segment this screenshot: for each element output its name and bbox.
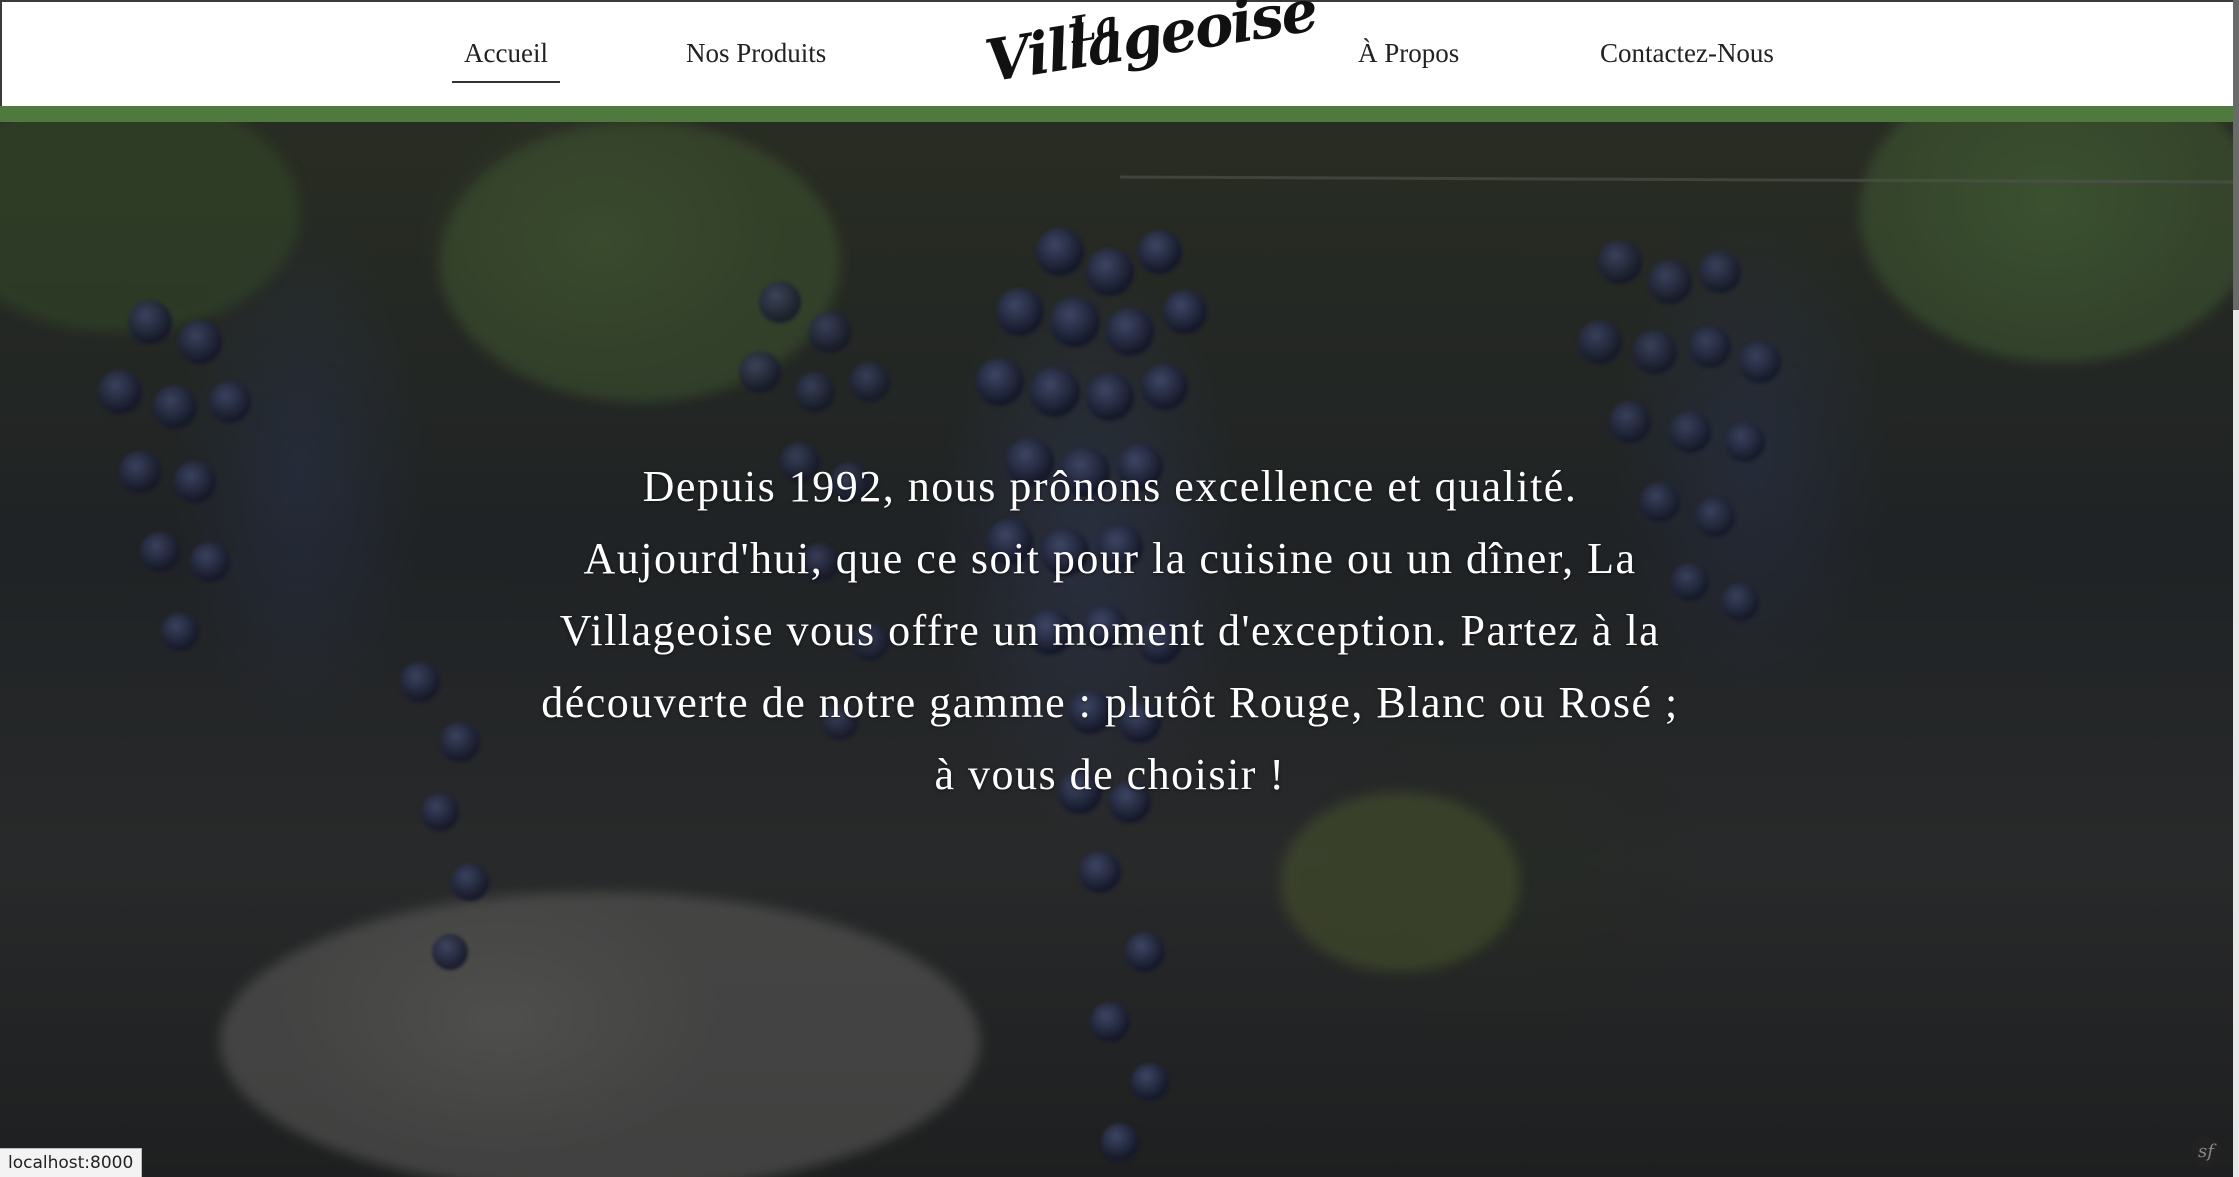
- header-accent-bar: [0, 106, 2233, 122]
- hero-banner: Depuis 1992, nous prônons excellence et …: [0, 122, 2233, 1177]
- scrollbar-thumb[interactable]: [2233, 0, 2239, 310]
- nav-item-accueil[interactable]: Accueil: [452, 38, 560, 83]
- nav-item-a-propos[interactable]: À Propos: [1358, 38, 1459, 69]
- nav-item-contactez-nous[interactable]: Contactez-Nous: [1600, 38, 1774, 69]
- hero-intro-text: Depuis 1992, nous prônons excellence et …: [541, 462, 1679, 799]
- browser-status-url: localhost:8000: [0, 1148, 143, 1177]
- site-header: Accueil Nos Produits La Villageoise À Pr…: [0, 0, 2233, 106]
- site-logo[interactable]: La Villageoise: [981, 0, 1321, 106]
- page-scrollbar[interactable]: [2233, 0, 2239, 1177]
- logo-text-villageoise: Villageoise: [980, 0, 1321, 96]
- symfony-toolbar-icon[interactable]: sf: [2191, 1137, 2221, 1167]
- nav-item-nos-produits[interactable]: Nos Produits: [686, 38, 826, 69]
- page: Accueil Nos Produits La Villageoise À Pr…: [0, 0, 2239, 1177]
